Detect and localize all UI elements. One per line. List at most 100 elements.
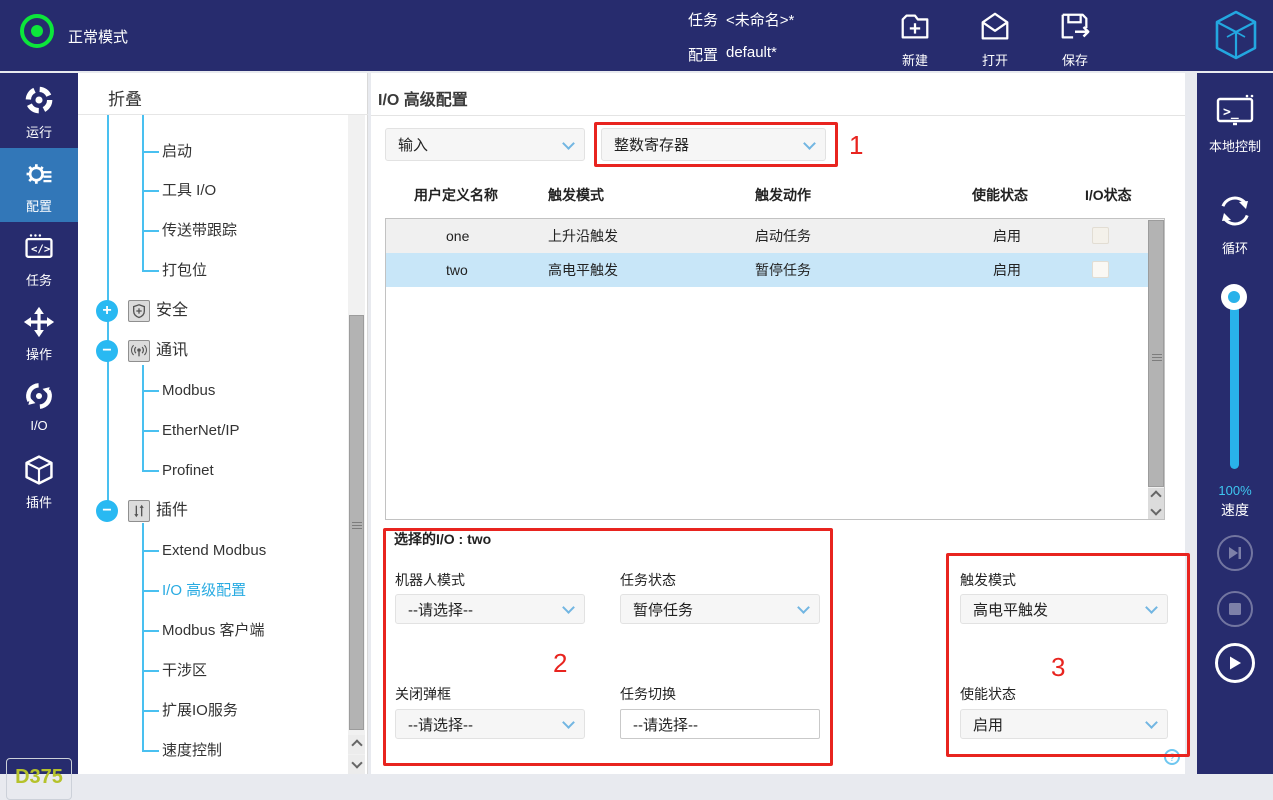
tree-item-packing[interactable]: 打包位 <box>162 259 207 283</box>
task-code-icon: </> <box>0 222 78 272</box>
sidebar-item-config[interactable]: 配置 <box>0 148 78 222</box>
annotation-number-2: 2 <box>553 648 567 679</box>
local-control-button[interactable]: >_ 本地控制 <box>1197 93 1273 155</box>
task-switch-label: 任务切换 <box>620 684 676 704</box>
table-scroll-down-button[interactable] <box>1148 504 1164 519</box>
divider <box>78 114 368 115</box>
stop-button[interactable] <box>1217 591 1253 627</box>
cell-name: two <box>446 253 468 287</box>
tree-collapse-button[interactable]: − <box>96 340 118 362</box>
trigger-mode-select[interactable]: 高电平触发 <box>960 594 1168 624</box>
sidebar-item-label: 配置 <box>0 196 78 215</box>
new-button[interactable]: 新建 <box>885 10 945 69</box>
tree-scroll-up-button[interactable] <box>348 735 365 754</box>
plugin-cube-icon <box>0 444 78 494</box>
table-scroll-up-button[interactable] <box>1148 488 1164 504</box>
tree-item-io-advanced[interactable]: I/O 高级配置 <box>162 579 246 603</box>
collapse-all-button[interactable]: 折叠 <box>108 85 142 110</box>
col-header-trigger-action: 触发动作 <box>755 185 811 205</box>
chevron-up-icon <box>351 739 362 750</box>
task-switch-value: --请选择-- <box>633 714 698 735</box>
cell-enable-state: 启用 <box>993 219 1021 253</box>
table-scrollbar[interactable] <box>1148 219 1164 519</box>
local-control-label: 本地控制 <box>1197 136 1273 155</box>
enable-state-select[interactable]: 启用 <box>960 709 1168 739</box>
tree-item-tool-io[interactable]: 工具 I/O <box>162 179 216 203</box>
tree-line <box>142 270 159 272</box>
close-popup-select[interactable]: --请选择-- <box>395 709 585 739</box>
task-switch-field[interactable]: --请选择-- <box>620 709 820 739</box>
tree-scrollbar-thumb[interactable] <box>349 315 364 730</box>
move-arrows-icon <box>0 296 78 346</box>
tree-expand-button[interactable]: + <box>96 300 118 322</box>
tree-item-modbus[interactable]: Modbus <box>162 379 215 403</box>
cell-enable-state: 启用 <box>993 253 1021 287</box>
trigger-mode-label: 触发模式 <box>960 570 1016 590</box>
play-button[interactable] <box>1215 643 1255 683</box>
enable-state-value: 启用 <box>973 714 1003 735</box>
close-popup-label: 关闭弹框 <box>395 684 451 704</box>
table-row-selected[interactable]: two 高电平触发 暂停任务 启用 <box>386 253 1164 287</box>
save-button[interactable]: 保存 <box>1045 10 1105 69</box>
table-row[interactable]: one 上升沿触发 启动任务 启用 <box>386 219 1164 253</box>
tree-item-speed-control[interactable]: 速度控制 <box>162 739 222 763</box>
step-button[interactable] <box>1217 535 1253 571</box>
io-direction-select[interactable]: 输入 <box>385 128 585 161</box>
io-type-select[interactable]: 整数寄存器 <box>601 128 826 161</box>
robot-mode-select[interactable]: --请选择-- <box>395 594 585 624</box>
tree-item-safety[interactable]: 安全 <box>156 299 188 323</box>
speed-slider-thumb[interactable] <box>1221 284 1247 310</box>
table-scrollbar-thumb[interactable] <box>1148 220 1164 487</box>
tree-item-start[interactable]: 启动 <box>162 140 192 164</box>
chevron-down-icon <box>803 137 816 150</box>
tree-item-plugin[interactable]: 插件 <box>156 499 188 523</box>
new-button-label: 新建 <box>885 50 945 69</box>
tree-item-extend-modbus[interactable]: Extend Modbus <box>162 539 266 563</box>
tree-scrollbar[interactable] <box>348 115 365 774</box>
tree-line <box>142 430 159 432</box>
tree-item-extend-io[interactable]: 扩展IO服务 <box>162 699 238 723</box>
tree-item-ethernet-ip[interactable]: EtherNet/IP <box>162 419 240 443</box>
open-button[interactable]: 打开 <box>965 10 1025 69</box>
chevron-down-icon <box>351 757 362 768</box>
chevron-down-icon <box>1145 716 1158 729</box>
right-sidebar: >_ 本地控制 循环 100% 速度 <box>1197 73 1273 774</box>
tree-item-interference[interactable]: 干涉区 <box>162 659 207 683</box>
info-icon[interactable]: ? <box>1164 749 1180 765</box>
sidebar-item-label: 操作 <box>0 344 78 363</box>
task-state-select[interactable]: 暂停任务 <box>620 594 820 624</box>
tree-item-profinet[interactable]: Profinet <box>162 459 214 483</box>
open-button-label: 打开 <box>965 50 1025 69</box>
sidebar-item-run[interactable]: 运行 <box>0 74 78 148</box>
annotation-number-1: 1 <box>849 130 863 161</box>
io-state-checkbox[interactable] <box>1092 227 1109 244</box>
tree-line <box>142 365 144 471</box>
tree-collapse-button[interactable]: − <box>96 500 118 522</box>
save-button-label: 保存 <box>1045 50 1105 69</box>
version-badge: D375 <box>6 758 72 800</box>
tree-item-modbus-client[interactable]: Modbus 客户端 <box>162 619 265 643</box>
sidebar-item-plugin[interactable]: 插件 <box>0 444 78 518</box>
tree-scroll-down-button[interactable] <box>348 755 365 774</box>
chevron-down-icon <box>562 601 575 614</box>
config-label: 配置 <box>688 44 718 65</box>
loop-label: 循环 <box>1197 238 1273 257</box>
cell-name: one <box>446 219 469 253</box>
io-state-checkbox[interactable] <box>1092 261 1109 278</box>
sidebar-item-io[interactable]: I/O <box>0 370 78 444</box>
selected-io-label: 选择的I/O : two <box>394 529 491 549</box>
config-value: default* <box>726 44 777 61</box>
sidebar-item-task[interactable]: </> 任务 <box>0 222 78 296</box>
mode-label: 正常模式 <box>68 26 128 47</box>
speed-label: 速度 <box>1197 500 1273 520</box>
loop-button[interactable]: 循环 <box>1197 191 1273 257</box>
sidebar-item-operate[interactable]: 操作 <box>0 296 78 370</box>
sidebar-item-label: 插件 <box>0 492 78 511</box>
tree-item-comm[interactable]: 通讯 <box>156 339 188 363</box>
task-value: <未命名>* <box>726 9 794 30</box>
robot-mode-value: --请选择-- <box>408 599 473 620</box>
run-icon <box>0 74 78 124</box>
col-header-enable-state: 使能状态 <box>972 185 1028 205</box>
speed-slider-track[interactable] <box>1230 301 1239 469</box>
tree-item-conveyor[interactable]: 传送带跟踪 <box>162 219 237 243</box>
